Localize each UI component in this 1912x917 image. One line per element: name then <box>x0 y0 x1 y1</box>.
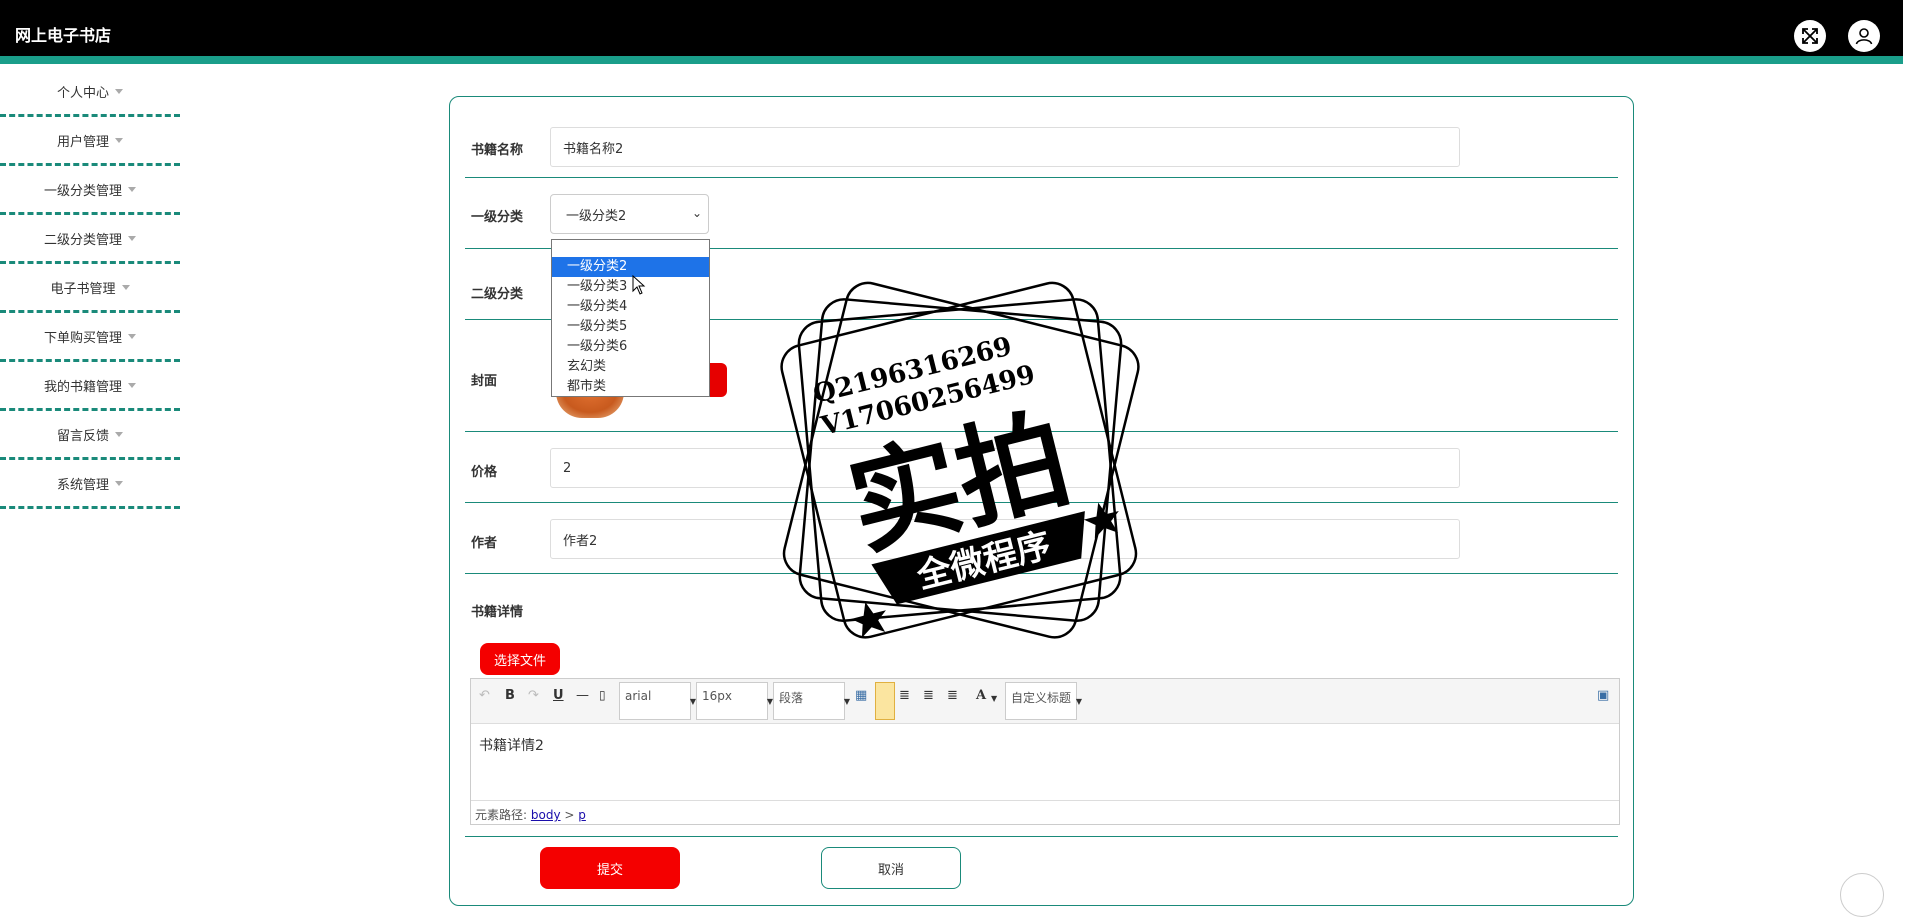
undo-icon[interactable]: ↶ <box>479 688 490 703</box>
paragraph-select[interactable]: 段落 ▼ <box>773 682 850 720</box>
expand-arrows-icon[interactable] <box>1794 20 1826 52</box>
underline-icon[interactable]: U <box>553 688 564 703</box>
dropdown-option[interactable]: 玄幻类 <box>552 357 709 377</box>
form-row-author: 作者 作者2 <box>465 503 1618 574</box>
user-icon[interactable] <box>1848 20 1880 52</box>
sidebar-item-category2-management[interactable]: 二级分类管理 <box>0 215 180 264</box>
element-path-body-link[interactable]: body <box>531 808 561 822</box>
caret-down-icon: ▼ <box>843 697 850 706</box>
rich-text-editor: ↶ B ↷ U — ▯ arial ▼ 16px ▼ 段落 ▼ ▦ ≣ ≣ ≣ A ▼… <box>470 678 1620 825</box>
sidebar-item-label: 我的书籍管理 <box>43 379 122 395</box>
editor-toolbar: ↶ B ↷ U — ▯ arial ▼ 16px ▼ 段落 ▼ ▦ ≣ ≣ ≣ A ▼… <box>471 679 1619 724</box>
sidebar-item-label: 个人中心 <box>56 85 109 101</box>
caret-down-icon <box>128 186 136 192</box>
fullscreen-icon[interactable]: ▣ <box>1597 688 1609 703</box>
sidebar-item-label: 系统管理 <box>56 477 109 493</box>
sidebar-item-label: 一级分类管理 <box>43 183 122 199</box>
element-path-separator: > <box>564 808 575 822</box>
align-center-icon[interactable]: ≣ <box>899 688 910 703</box>
sidebar-item-ebook-management[interactable]: 电子书管理 <box>0 264 180 313</box>
editor-content[interactable]: 书籍详情2 <box>479 735 544 755</box>
choose-file-button[interactable]: 选择文件 <box>480 643 560 675</box>
sidebar-item-label: 电子书管理 <box>50 281 116 297</box>
custom-title-value: 自定义标题 <box>1011 691 1072 705</box>
sidebar-item-user-management[interactable]: 用户管理 <box>0 117 180 166</box>
cancel-button[interactable]: 取消 <box>821 847 961 889</box>
category1-dropdown-list: 一级分类2 一级分类3 一级分类4 一级分类5 一级分类6 玄幻类 都市类 <box>551 239 710 397</box>
dropdown-option[interactable]: 一级分类3 <box>552 277 709 297</box>
element-path-p-link[interactable]: p <box>578 808 586 822</box>
sidebar-item-label: 用户管理 <box>56 134 109 150</box>
dropdown-option[interactable]: 一级分类6 <box>552 337 709 357</box>
dropdown-empty-option[interactable] <box>552 240 709 257</box>
sidebar-item-category1-management[interactable]: 一级分类管理 <box>0 166 180 215</box>
mouse-cursor-icon <box>632 275 646 295</box>
caret-down-icon[interactable]: ▼ <box>991 694 997 703</box>
caret-down-icon <box>128 235 136 241</box>
custom-title-select[interactable]: 自定义标题 ▼ <box>1005 682 1082 720</box>
top-bar-background <box>0 0 1903 56</box>
table-icon[interactable]: ▦ <box>855 688 867 703</box>
element-path-label: 元素路径: <box>475 808 528 822</box>
caret-down-icon <box>128 382 136 388</box>
price-input[interactable]: 2 <box>550 448 1460 488</box>
font-size-value: 16px <box>702 689 732 703</box>
font-family-select[interactable]: arial ▼ <box>619 682 696 720</box>
back-to-top-button[interactable] <box>1840 873 1884 917</box>
category2-label: 二级分类 <box>471 287 524 302</box>
category1-label: 一级分类 <box>471 210 524 225</box>
caret-down-icon <box>128 333 136 339</box>
dropdown-option[interactable]: 一级分类4 <box>552 297 709 317</box>
font-family-value: arial <box>625 689 652 703</box>
caret-down-icon: ▼ <box>1075 697 1082 706</box>
sidebar-item-label: 下单购买管理 <box>43 330 122 346</box>
paragraph-value: 段落 <box>779 691 804 705</box>
book-name-input[interactable]: 书籍名称2 <box>550 127 1460 167</box>
sidebar-item-label: 留言反馈 <box>56 428 109 444</box>
caret-down-icon <box>121 284 130 290</box>
caret-down-icon <box>115 480 123 486</box>
app-title: 网上电子书店 <box>15 26 112 45</box>
sidebar: 个人中心 用户管理 一级分类管理 二级分类管理 电子书管理 下单购买管理 我的书… <box>0 68 180 509</box>
book-name-label: 书籍名称 <box>471 143 524 158</box>
align-right-icon[interactable]: ≣ <box>923 688 934 703</box>
dropdown-option[interactable]: 都市类 <box>552 377 709 397</box>
price-label: 价格 <box>471 465 498 480</box>
form-row-price: 价格 2 <box>465 432 1618 503</box>
justify-icon[interactable]: ≣ <box>947 688 958 703</box>
page-icon[interactable]: ▯ <box>599 688 606 702</box>
caret-down-icon <box>115 88 123 94</box>
sidebar-item-feedback[interactable]: 留言反馈 <box>0 411 180 460</box>
author-label: 作者 <box>471 536 498 551</box>
sidebar-item-my-books[interactable]: 我的书籍管理 <box>0 362 180 411</box>
sidebar-item-personal-center[interactable]: 个人中心 <box>0 68 180 117</box>
bold-icon[interactable]: B <box>505 688 515 703</box>
element-path-bar: 元素路径: body > p <box>471 800 1619 824</box>
top-bar-accent-strip <box>0 56 1903 64</box>
category1-selected-value: 一级分类2 <box>566 208 627 224</box>
redo-icon[interactable]: ↷ <box>528 688 539 703</box>
form-row-book-name: 书籍名称 书籍名称2 <box>465 97 1618 178</box>
top-bar: 网上电子书店 <box>0 0 1912 64</box>
sidebar-item-label: 二级分类管理 <box>43 232 122 248</box>
font-size-select[interactable]: 16px ▼ <box>696 682 773 720</box>
font-color-icon[interactable]: A <box>976 688 986 703</box>
details-label: 书籍详情 <box>471 605 524 620</box>
align-left-icon[interactable] <box>875 682 895 720</box>
cover-label: 封面 <box>471 374 498 389</box>
chevron-down-icon: ⌄ <box>691 206 702 220</box>
dropdown-option[interactable]: 一级分类2 <box>552 257 709 277</box>
caret-down-icon <box>115 431 123 437</box>
sidebar-item-order-management[interactable]: 下单购买管理 <box>0 313 180 362</box>
caret-down-icon <box>115 137 123 143</box>
sidebar-item-system-management[interactable]: 系统管理 <box>0 460 180 509</box>
dropdown-option[interactable]: 一级分类5 <box>552 317 709 337</box>
author-input[interactable]: 作者2 <box>550 519 1460 559</box>
horizontal-rule-icon[interactable]: — <box>576 688 589 703</box>
submit-button[interactable]: 提交 <box>540 847 680 889</box>
category1-select[interactable]: 一级分类2 ⌄ <box>550 194 709 234</box>
